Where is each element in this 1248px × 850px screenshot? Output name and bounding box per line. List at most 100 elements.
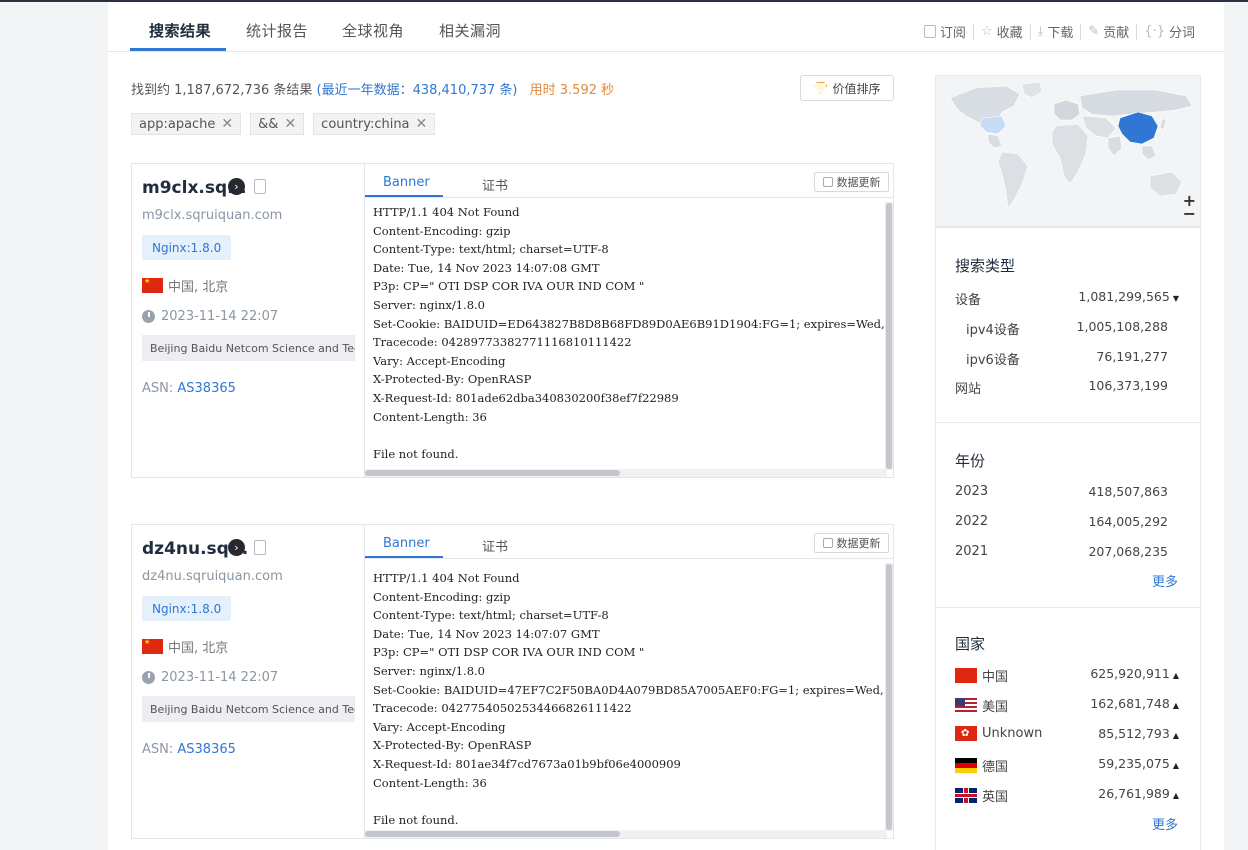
chip-label: && (258, 116, 279, 132)
tab-certificate[interactable]: 证书 (482, 536, 508, 555)
tab-banner[interactable]: Banner (383, 536, 430, 551)
copy-icon[interactable] (254, 179, 266, 194)
row-count: 1,081,299,565 (1078, 289, 1170, 304)
active-tab-underline (130, 48, 226, 51)
diamond-icon (813, 82, 828, 94)
clock-icon (142, 310, 155, 323)
search-type-row[interactable]: ipv6设备 76,191,277 (966, 349, 1179, 368)
zoom-out-button[interactable]: − (1183, 206, 1196, 222)
caret-up-icon[interactable]: ▲ (1173, 761, 1179, 770)
year-more-link[interactable]: 更多 (1152, 571, 1178, 590)
location-label[interactable]: 中国, 北京 (168, 276, 228, 295)
caret-down-icon[interactable]: ▼ (1173, 294, 1179, 303)
download-button[interactable]: ⤓ 下载 (1031, 22, 1081, 41)
year-row[interactable]: 2022 164,005,292 (955, 514, 1179, 529)
row-label: 网站 (955, 382, 982, 397)
world-map-graphic (949, 81, 1193, 209)
search-type-title: 搜索类型 (955, 257, 1016, 275)
value-sort-button[interactable]: 价值排序 (800, 75, 894, 101)
horizontal-scrollbar[interactable] (365, 469, 887, 477)
location-label[interactable]: 中国, 北京 (168, 637, 228, 656)
data-update-button[interactable]: 数据更新 (814, 172, 889, 192)
result-url[interactable]: m9clx.sqruiquan.com (142, 208, 282, 223)
tab-search-results[interactable]: 搜索结果 (149, 20, 211, 41)
query-chip[interactable]: app:apache ✕ (131, 113, 242, 135)
world-map[interactable]: + − (935, 75, 1201, 227)
country-row[interactable]: 美国 162,681,748 ▲ (955, 696, 1179, 715)
query-chip[interactable]: country:china ✕ (313, 113, 436, 135)
asn-link[interactable]: AS38365 (177, 742, 236, 757)
subscribe-button[interactable]: 订阅 (917, 22, 973, 41)
caret-up-icon[interactable]: ▲ (1173, 701, 1179, 710)
result-card: m9clx.sq... › m9clx.sqruiquan.com Nginx:… (131, 163, 894, 478)
chevron-right-icon[interactable]: › (228, 539, 245, 556)
map-zoom-controls: + − (1183, 193, 1196, 222)
country-row[interactable]: 中国 625,920,911 ▲ (955, 666, 1179, 685)
data-update-button[interactable]: 数据更新 (814, 533, 889, 553)
china-flag-icon (955, 668, 977, 683)
row-count: 76,191,277 (1096, 349, 1168, 364)
contribute-button[interactable]: ✎ 贡献 (1081, 22, 1136, 41)
query-chip[interactable]: && ✕ (250, 113, 305, 135)
server-badge[interactable]: Nginx:1.8.0 (142, 596, 232, 621)
country-name: 英国 (955, 786, 1008, 805)
result-url[interactable]: dz4nu.sqruiquan.com (142, 569, 283, 584)
year-row[interactable]: 2023 418,507,863 (955, 484, 1179, 499)
row-label: 英国 (982, 790, 1009, 805)
chip-label: country:china (321, 116, 410, 132)
year-row[interactable]: 2021 207,068,235 (955, 544, 1179, 559)
value-sort-label: 价值排序 (832, 81, 881, 96)
org-tag[interactable]: Beijing Baidu Netcom Science and Tec... (142, 335, 355, 361)
tab-statistics[interactable]: 统计报告 (246, 20, 308, 41)
country-row[interactable]: 德国 59,235,075 ▲ (955, 756, 1179, 775)
server-badge[interactable]: Nginx:1.8.0 (142, 235, 232, 260)
active-tab-underline (365, 195, 443, 197)
scroll-thumb[interactable] (365, 470, 620, 476)
close-icon[interactable]: ✕ (221, 116, 233, 132)
tab-certificate[interactable]: 证书 (482, 175, 508, 194)
vertical-scrollbar[interactable] (885, 202, 893, 470)
caret-up-icon[interactable]: ▲ (1173, 791, 1179, 800)
search-type-row[interactable]: 网站 106,373,199 (955, 378, 1179, 397)
row-count: 418,507,863 (1088, 484, 1168, 499)
header-actions: 订阅 ☆ 收藏 ⤓ 下载 ✎ 贡献 {·} 分词 (917, 22, 1202, 41)
country-more-link[interactable]: 更多 (1152, 814, 1178, 833)
asn-label: ASN: (142, 381, 174, 396)
tokenize-button[interactable]: {·} 分词 (1137, 22, 1202, 41)
country-row[interactable]: 英国 26,761,989 ▲ (955, 786, 1179, 805)
close-icon[interactable]: ✕ (416, 116, 428, 132)
search-type-row[interactable]: ipv4设备 1,005,108,288 (966, 319, 1179, 338)
time-label: 2023-11-14 22:07 (161, 309, 279, 324)
row-value: 162,681,748 ▲ (1090, 696, 1179, 715)
copy-icon[interactable] (254, 540, 266, 555)
caret-up-icon[interactable]: ▲ (1173, 731, 1179, 740)
row-count: 207,068,235 (1088, 544, 1168, 559)
country-name: 美国 (955, 696, 1008, 715)
favorite-button[interactable]: ☆ 收藏 (974, 22, 1030, 41)
scroll-thumb[interactable] (886, 564, 892, 830)
tab-related-vulns[interactable]: 相关漏洞 (439, 20, 501, 41)
country-row[interactable]: Unknown 85,512,793▲ (955, 726, 1179, 741)
bookmark-icon (923, 25, 936, 38)
hong-kong-flag-icon (955, 726, 977, 741)
vertical-scrollbar[interactable] (885, 563, 893, 831)
year-title: 年份 (955, 452, 986, 470)
banner-text: HTTP/1.1 404 Not Found Content-Encoding:… (373, 205, 885, 461)
caret-up-icon[interactable]: ▲ (1173, 671, 1179, 680)
row-count: 59,235,075 (1098, 756, 1170, 771)
tab-banner[interactable]: Banner (383, 175, 430, 190)
scroll-thumb[interactable] (886, 203, 892, 469)
uk-flag-icon (955, 788, 977, 803)
horizontal-scrollbar[interactable] (365, 830, 887, 838)
search-type-row[interactable]: 设备 1,081,299,565 ▼ (955, 289, 1179, 308)
chevron-right-icon[interactable]: › (228, 178, 245, 195)
asn-link[interactable]: AS38365 (177, 381, 236, 396)
banner-text: HTTP/1.1 404 Not Found Content-Encoding:… (373, 571, 884, 827)
close-icon[interactable]: ✕ (284, 116, 296, 132)
org-tag[interactable]: Beijing Baidu Netcom Science and Tec... (142, 696, 355, 722)
row-count: 164,005,292 (1088, 514, 1168, 529)
china-flag-icon (142, 638, 163, 654)
recent-year-count[interactable]: (最近一年数据：438,410,737 条) (317, 83, 518, 98)
tab-global-view[interactable]: 全球视角 (342, 20, 404, 41)
scroll-thumb[interactable] (365, 831, 620, 837)
